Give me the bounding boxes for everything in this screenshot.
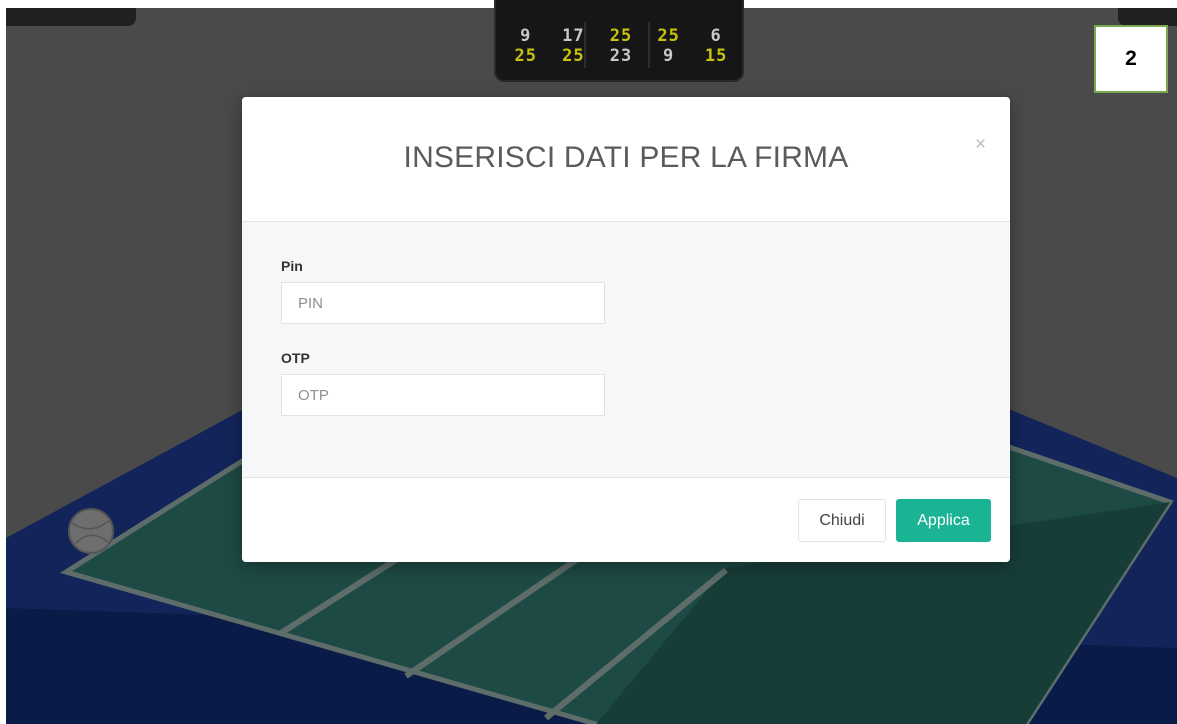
corner-panel-left (6, 8, 136, 26)
score-cell: 23 (609, 46, 633, 66)
corner-panel-right (1118, 8, 1177, 26)
apply-button[interactable]: Applica (896, 499, 991, 542)
pin-label: Pin (281, 258, 303, 274)
page-number-badge: 2 (1094, 25, 1168, 93)
score-cell: 6 (710, 26, 722, 46)
otp-input[interactable] (281, 374, 605, 416)
score-cell: 25 (514, 46, 538, 66)
modal-title: INSERISCI DATI PER LA FIRMA (403, 141, 849, 174)
score-cell: 25 (609, 26, 633, 46)
modal-header: INSERISCI DATI PER LA FIRMA × (242, 97, 1010, 222)
scoreboard-row-1: 9 17 25 25 6 (502, 26, 740, 46)
scoreboard: 9 17 25 25 6 25 25 23 9 15 (494, 0, 744, 82)
signature-modal: INSERISCI DATI PER LA FIRMA × Pin OTP Ch… (242, 97, 1010, 562)
pin-input[interactable] (281, 282, 605, 324)
modal-body: Pin OTP (242, 222, 1010, 478)
score-cell: 9 (520, 26, 532, 46)
otp-label: OTP (281, 350, 310, 366)
close-button[interactable]: Chiudi (798, 499, 886, 542)
score-cell: 25 (562, 46, 585, 66)
modal-footer: Chiudi Applica (242, 478, 1010, 562)
score-cell: 15 (704, 46, 728, 66)
score-cell: 25 (657, 26, 680, 46)
scoreboard-row-2: 25 25 23 9 15 (502, 46, 740, 66)
score-cell: 9 (662, 46, 675, 66)
close-icon[interactable]: × (975, 135, 986, 154)
score-cell: 17 (562, 26, 585, 46)
ball-icon (68, 508, 114, 554)
